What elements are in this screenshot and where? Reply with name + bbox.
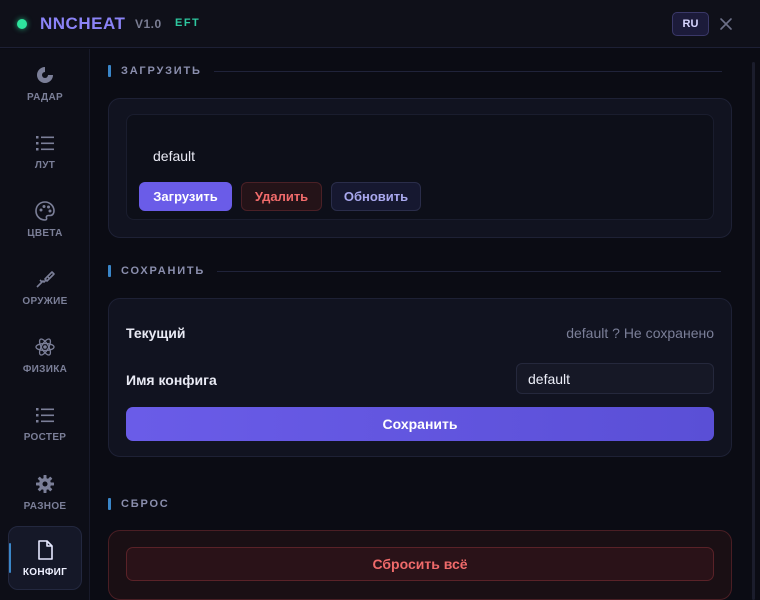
section-title: СОХРАНИТЬ [121,265,206,277]
section-header-save: СОХРАНИТЬ [108,264,722,278]
section-header-reset: СБРОС [108,497,170,511]
reset-card: Сбросить всё [108,530,732,600]
config-name-label: Имя конфига [126,372,217,388]
sidebar-item-label: ОРУЖИЕ [22,295,68,307]
config-name-input[interactable] [516,363,714,394]
rifle-icon [34,268,56,290]
sidebar-item-loot[interactable]: ЛУТ [8,120,82,182]
section-accent [108,265,111,277]
section-accent [108,65,111,77]
status-indicator [17,19,27,29]
sidebar-item-label: РАЗНОЕ [23,500,67,512]
sidebar-item-physics[interactable]: ФИЗИКА [8,324,82,386]
section-accent [108,498,111,510]
list-icon [34,404,56,426]
close-icon [720,18,732,30]
load-card: default Загрузить Удалить Обновить [108,98,732,238]
config-list: default Загрузить Удалить Обновить [126,114,714,220]
file-icon [34,539,56,561]
current-config-label: Текущий [126,325,186,341]
scrollbar[interactable] [752,62,755,600]
sidebar-item-radar[interactable]: РАДАР [8,52,82,114]
section-title: СБРОС [121,498,170,510]
save-card: Текущий default ? Не сохранено Имя конфи… [108,298,732,457]
sidebar: РАДАР ЛУТ ЦВЕТА ОРУЖИЕ ФИЗИКА РОСТЕР РАЗ… [0,49,90,600]
gear-icon [34,473,56,495]
sidebar-item-weapons[interactable]: ОРУЖИЕ [8,256,82,318]
list-icon [34,132,56,154]
sidebar-item-label: КОНФИГ [22,566,68,578]
title-bar: NNCHEAT V1.0 EFT RU [0,0,760,48]
save-button[interactable]: Сохранить [126,407,714,441]
section-divider [217,270,722,272]
section-divider [213,70,722,72]
load-button[interactable]: Загрузить [139,182,232,211]
refresh-button[interactable]: Обновить [331,182,421,211]
section-header-load: ЗАГРУЗИТЬ [108,64,722,78]
sidebar-item-colors[interactable]: ЦВЕТА [8,188,82,250]
atom-icon [34,336,56,358]
sidebar-item-roster[interactable]: РОСТЕР [8,392,82,454]
radar-icon [34,64,56,86]
sidebar-item-label: ЛУТ [34,159,56,171]
reset-all-button[interactable]: Сбросить всё [126,547,714,581]
sidebar-item-config[interactable]: КОНФИГ [8,526,82,590]
sidebar-item-label: РОСТЕР [23,431,67,443]
section-title: ЗАГРУЗИТЬ [121,65,202,77]
sidebar-item-misc[interactable]: РАЗНОЕ [8,461,82,523]
app-tag: EFT [175,17,201,29]
app-version: V1.0 [135,17,162,31]
sidebar-item-label: РАДАР [27,91,63,103]
app-window: NNCHEAT V1.0 EFT RU РАДАР ЛУТ ЦВЕТА ОРУЖ… [0,0,760,600]
app-title: NNCHEAT [40,14,126,33]
language-button[interactable]: RU [672,12,709,36]
delete-button[interactable]: Удалить [241,182,322,211]
sidebar-item-label: ЦВЕТА [27,227,63,239]
close-button[interactable] [716,14,736,34]
sidebar-item-label: ФИЗИКА [22,363,68,375]
config-list-item[interactable]: default [153,148,195,164]
current-config-value: default ? Не сохранено [566,325,714,341]
palette-icon [34,200,56,222]
